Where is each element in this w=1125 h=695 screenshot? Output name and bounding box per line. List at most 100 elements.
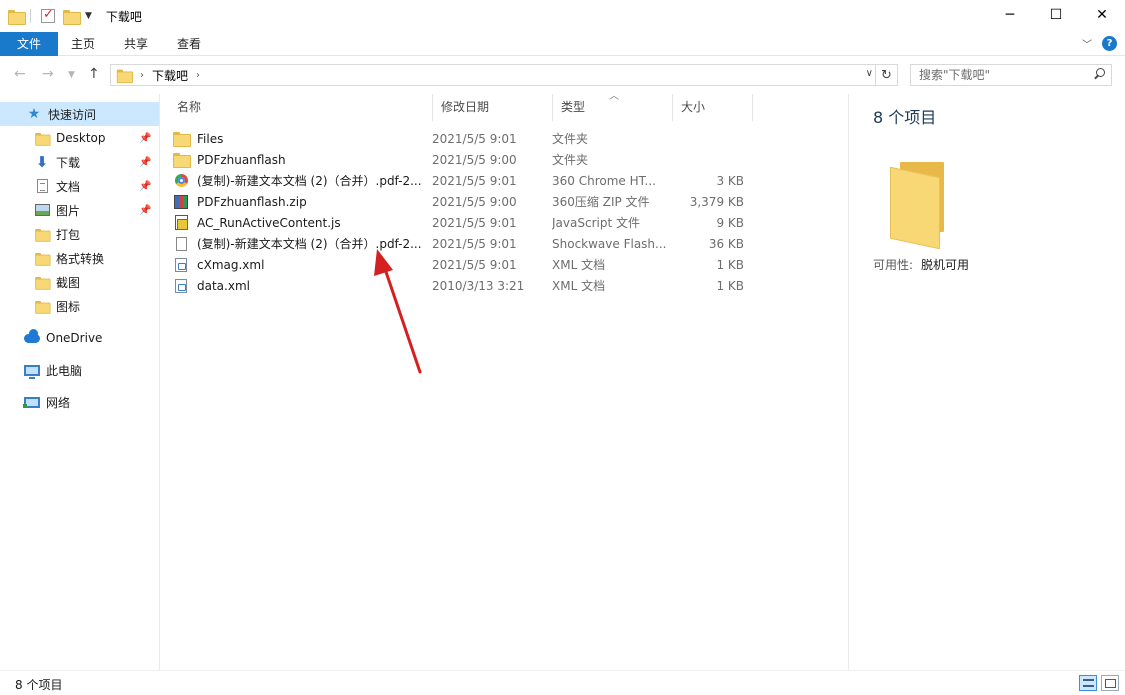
sidebar-item-this-pc[interactable]: 此电脑 xyxy=(0,358,159,382)
back-icon[interactable]: ← xyxy=(14,66,26,82)
search-box[interactable] xyxy=(910,64,1112,86)
details-view-icon[interactable] xyxy=(1079,675,1097,691)
sidebar-item-label: 打包 xyxy=(56,226,159,243)
sidebar-item-documents[interactable]: 文档 📌 xyxy=(0,174,159,198)
close-button[interactable]: ✕ xyxy=(1079,0,1125,30)
search-input[interactable] xyxy=(911,65,1081,85)
file-row[interactable]: Files 2021/5/5 9:01 文件夹 xyxy=(173,128,757,149)
folder-icon xyxy=(34,250,50,266)
download-icon: ⬇ xyxy=(34,154,50,170)
file-type: 360压缩 ZIP 文件 xyxy=(552,193,672,210)
sidebar-item-label: Desktop xyxy=(56,131,139,145)
large-folder-icon xyxy=(890,162,944,244)
tab-file[interactable]: 文件 xyxy=(0,32,58,56)
sidebar-item-onedrive[interactable]: OneDrive xyxy=(0,326,159,350)
file-name: (复制)-新建文本文档 (2)（合并）.pdf-2... xyxy=(197,235,422,252)
ribbon: 文件 主页 共享 查看 ﹀ ? xyxy=(0,32,1125,56)
navigation-bar: ← → ▼ ↑ › 下载吧 › ∨ ↻ xyxy=(0,56,1125,94)
tab-view[interactable]: 查看 xyxy=(164,32,214,56)
details-item-count: 8 个项目 xyxy=(873,104,936,128)
file-row[interactable]: data.xml 2010/3/13 3:21 XML 文档 1 KB xyxy=(173,275,757,296)
refresh-icon[interactable]: ↻ xyxy=(875,65,897,85)
recent-locations-icon[interactable]: ▼ xyxy=(68,70,75,80)
file-type: JavaScript 文件 xyxy=(552,214,672,231)
column-header-date[interactable]: 修改日期 xyxy=(433,94,553,121)
file-date: 2021/5/5 9:01 xyxy=(432,174,552,188)
file-name-cell: Files xyxy=(173,131,432,147)
sidebar-item-pictures[interactable]: 图片 📌 xyxy=(0,198,159,222)
pin-icon[interactable]: 📌 xyxy=(139,157,153,168)
address-dropdown-icon[interactable]: ∨ xyxy=(866,68,873,79)
file-row[interactable]: PDFzhuanflash 2021/5/5 9:00 文件夹 xyxy=(173,149,757,170)
file-row[interactable]: cXmag.xml 2021/5/5 9:01 XML 文档 1 KB xyxy=(173,254,757,275)
pin-icon[interactable]: 📌 xyxy=(139,205,153,216)
folder-icon xyxy=(34,274,50,290)
quick-access-toolbar: ▼ xyxy=(0,0,92,32)
customize-dropdown-icon[interactable]: ▼ xyxy=(85,11,92,21)
maximize-button[interactable]: ☐ xyxy=(1033,0,1079,30)
file-row[interactable]: (复制)-新建文本文档 (2)（合并）.pdf-2... 2021/5/5 9:… xyxy=(173,170,757,191)
sidebar-item-label: 文档 xyxy=(56,178,139,195)
pin-icon[interactable]: 📌 xyxy=(139,181,153,192)
sort-ascending-icon: ︿ xyxy=(609,87,619,102)
file-name: PDFzhuanflash xyxy=(197,153,286,167)
file-name-cell: PDFzhuanflash.zip xyxy=(173,194,432,210)
file-name: data.xml xyxy=(197,279,250,293)
file-name-cell: PDFzhuanflash xyxy=(173,152,432,168)
zip-icon xyxy=(173,194,189,210)
address-bar[interactable]: › 下载吧 › ∨ ↻ xyxy=(110,64,898,86)
minimize-button[interactable]: ─ xyxy=(987,0,1033,30)
properties-icon[interactable] xyxy=(41,9,55,23)
status-bar: 8 个项目 xyxy=(0,670,1125,695)
forward-icon[interactable]: → xyxy=(42,66,54,82)
file-row[interactable]: AC_RunActiveContent.js 2021/5/5 9:01 Jav… xyxy=(173,212,757,233)
sidebar-item-quick-access[interactable]: ★ 快速访问 xyxy=(0,102,159,126)
file-name-cell: (复制)-新建文本文档 (2)（合并）.pdf-2... xyxy=(173,172,432,189)
tab-home[interactable]: 主页 xyxy=(58,32,108,56)
folder-icon xyxy=(34,298,50,314)
navigation-pane: ★ 快速访问 Desktop 📌 ⬇ 下载 📌 文档 📌 图片 📌 打包 格式转… xyxy=(0,94,160,670)
sidebar-item-desktop[interactable]: Desktop 📌 xyxy=(0,126,159,150)
status-item-count: 8 个项目 xyxy=(15,676,62,693)
file-date: 2021/5/5 9:01 xyxy=(432,258,552,272)
sidebar-item-downloads[interactable]: ⬇ 下载 📌 xyxy=(0,150,159,174)
file-row[interactable]: PDFzhuanflash.zip 2021/5/5 9:00 360压缩 ZI… xyxy=(173,191,757,212)
large-icons-view-icon[interactable] xyxy=(1101,675,1119,691)
chevron-right-icon[interactable]: › xyxy=(196,70,200,81)
availability: 可用性: 脱机可用 xyxy=(873,256,969,273)
sidebar-item-format-convert[interactable]: 格式转换 xyxy=(0,246,159,270)
file-type: 文件夹 xyxy=(552,151,672,168)
search-icon[interactable] xyxy=(1093,68,1105,80)
up-icon[interactable]: ↑ xyxy=(88,66,100,82)
document-icon xyxy=(34,178,50,194)
xml-file-icon xyxy=(173,278,189,294)
tab-share[interactable]: 共享 xyxy=(110,32,162,56)
file-date: 2021/5/5 9:01 xyxy=(432,237,552,251)
column-header-name[interactable]: 名称 xyxy=(169,94,433,121)
sidebar-item-network[interactable]: 网络 xyxy=(0,390,159,414)
file-name: cXmag.xml xyxy=(197,258,264,272)
file-date: 2021/5/5 9:00 xyxy=(432,153,552,167)
new-folder-icon[interactable] xyxy=(63,10,79,23)
help-icon[interactable]: ? xyxy=(1102,36,1117,51)
chevron-right-icon[interactable]: › xyxy=(140,70,144,81)
file-name-cell: AC_RunActiveContent.js xyxy=(173,215,432,231)
sidebar-item-label: OneDrive xyxy=(46,331,159,345)
file-name: AC_RunActiveContent.js xyxy=(197,216,341,230)
file-size: 1 KB xyxy=(672,279,744,293)
breadcrumb-current[interactable]: 下载吧 xyxy=(152,67,188,84)
pin-icon[interactable]: 📌 xyxy=(139,133,153,144)
file-size: 36 KB xyxy=(672,237,744,251)
sidebar-item-screenshots[interactable]: 截图 xyxy=(0,270,159,294)
expand-ribbon-icon[interactable]: ﹀ xyxy=(1082,36,1092,51)
file-list: 名称 修改日期 类型 大小 ︿ Files 2021/5/5 9:01 文件夹 … xyxy=(161,94,848,670)
folder-icon xyxy=(173,152,189,168)
file-row[interactable]: (复制)-新建文本文档 (2)（合并）.pdf-2... 2021/5/5 9:… xyxy=(173,233,757,254)
sidebar-item-label: 网络 xyxy=(46,394,159,411)
column-header-size[interactable]: 大小 xyxy=(673,94,753,121)
folder-icon[interactable] xyxy=(8,10,24,23)
folder-icon xyxy=(34,226,50,242)
file-date: 2010/3/13 3:21 xyxy=(432,279,552,293)
sidebar-item-pack[interactable]: 打包 xyxy=(0,222,159,246)
sidebar-item-icons[interactable]: 图标 xyxy=(0,294,159,318)
